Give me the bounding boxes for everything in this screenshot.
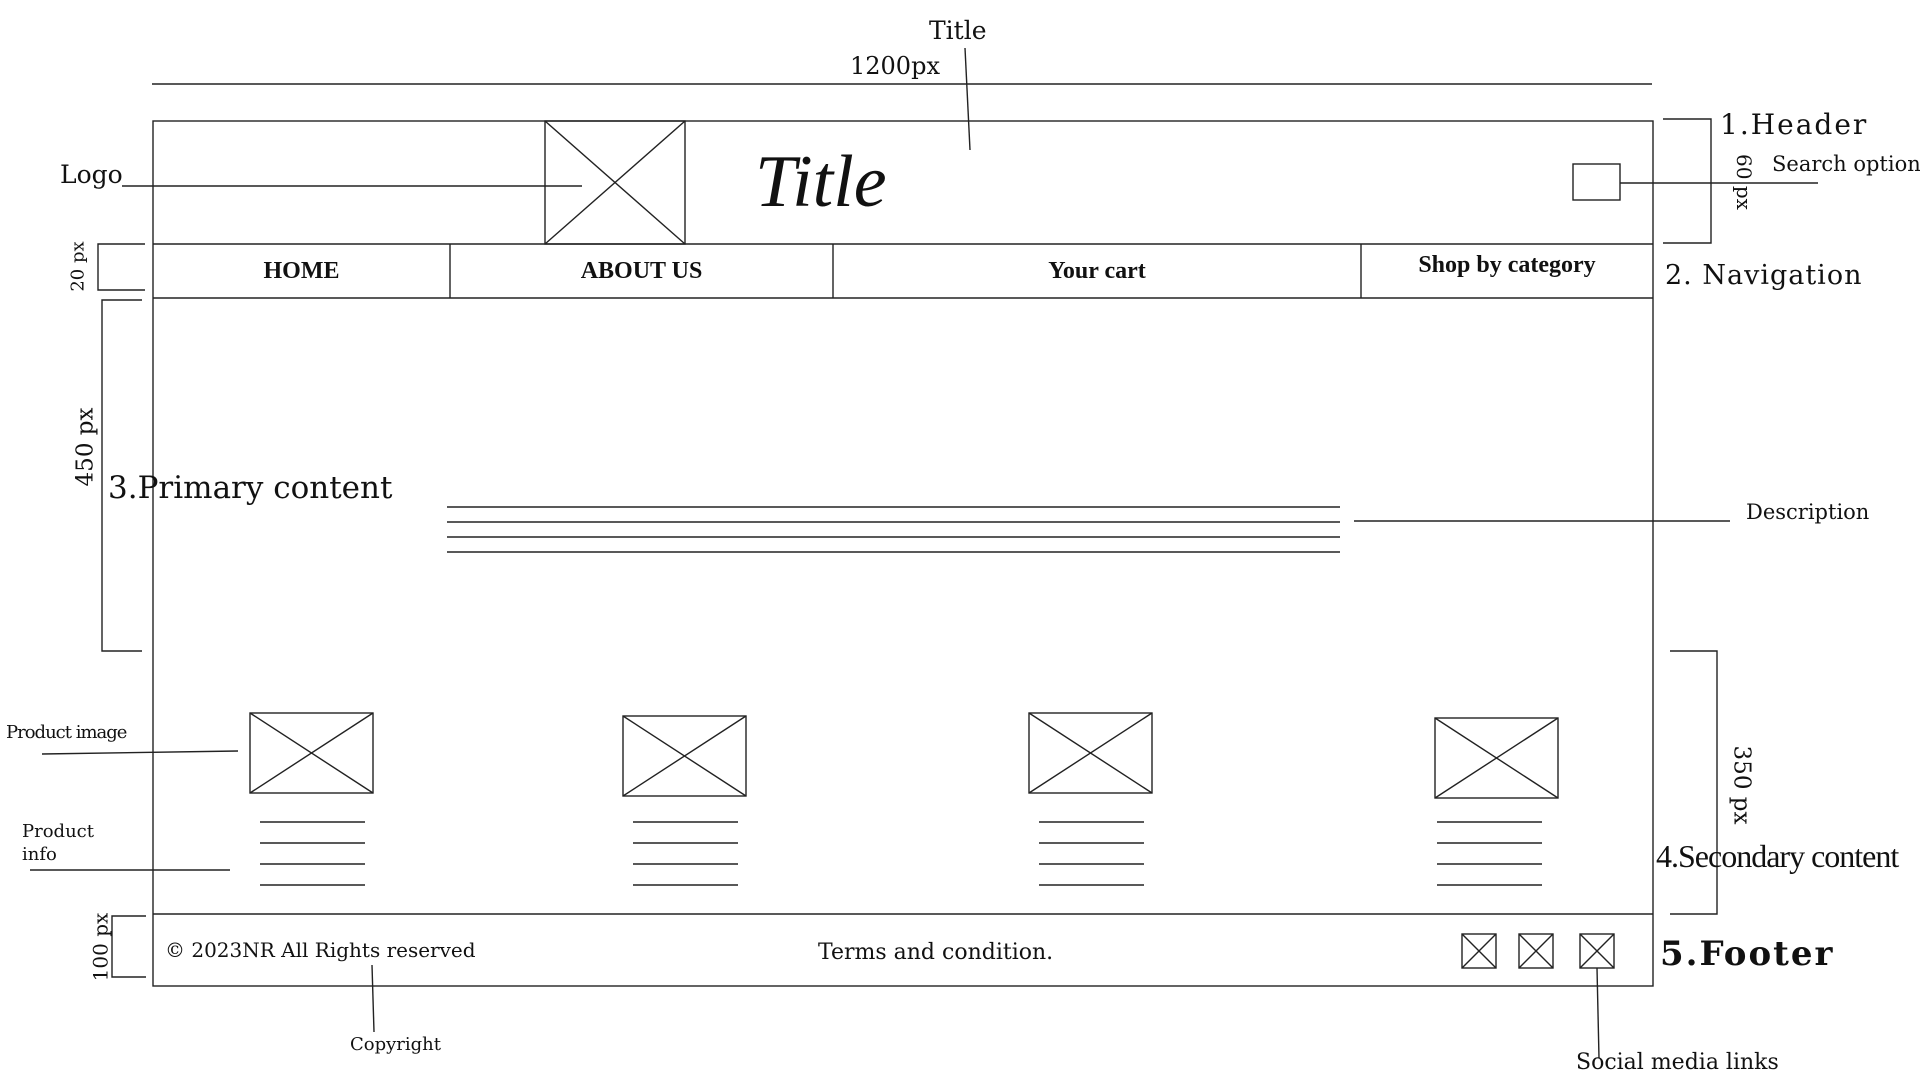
- product-info-lines: [260, 821, 365, 886]
- product-image-leader-line: [41, 750, 239, 755]
- navigation-height-label: 20 px: [67, 241, 89, 292]
- primary-section-label: 3.Primary content: [108, 470, 393, 506]
- product-image-icon: [249, 712, 374, 794]
- social-icon: [1461, 933, 1497, 969]
- terms-link[interactable]: Terms and condition.: [818, 940, 1053, 965]
- secondary-height-label: 350 px: [1728, 745, 1755, 825]
- copyright-text: © 2023NR All Rights reserved: [165, 938, 476, 962]
- footer-bracket: [111, 915, 146, 978]
- title-annotation: Title: [929, 16, 987, 45]
- product-image-icon: [622, 715, 747, 797]
- header-section-label: 1.Header: [1720, 108, 1869, 141]
- nav-item-about-us[interactable]: ABOUT US: [450, 244, 833, 298]
- product-image-annotation: Product image: [6, 722, 127, 743]
- product-info-lines: [633, 821, 738, 886]
- product-image-icon: [1434, 717, 1559, 799]
- wireframe-diagram: Title 1200px Title Logo Search option 1.…: [0, 0, 1920, 1080]
- description-annotation: Description: [1746, 500, 1870, 524]
- footer-section-label: 5.Footer: [1660, 934, 1835, 974]
- product-info-annotation: Product info: [22, 821, 94, 865]
- copyright-annotation: Copyright: [350, 1034, 442, 1055]
- search-box-icon: [1572, 163, 1621, 201]
- nav-item-home[interactable]: HOME: [153, 244, 450, 298]
- social-icon: [1579, 933, 1615, 969]
- wireframe-lines: [30, 47, 1818, 1059]
- header-bracket: [1663, 118, 1712, 244]
- product-info-lines: [1437, 821, 1542, 886]
- logo-annotation: Logo: [60, 160, 123, 189]
- search-option-annotation: Search option: [1772, 152, 1920, 176]
- product-image-icon: [1028, 712, 1153, 794]
- footer-height-label: 100 px: [88, 912, 113, 982]
- nav-bracket: [97, 243, 145, 291]
- width-annotation: 1200px: [850, 52, 940, 80]
- nav-item-your-cart[interactable]: Your cart: [833, 244, 1361, 298]
- header-height-label: 60 px: [1731, 154, 1756, 210]
- copyright-leader-line: [371, 964, 375, 1033]
- product-info-lines: [1039, 821, 1144, 886]
- title-leader-line: [964, 47, 971, 151]
- social-media-links-annotation: Social media links: [1576, 1050, 1779, 1075]
- navigation-section-label: 2. Navigation: [1665, 260, 1863, 291]
- social-icon: [1518, 933, 1554, 969]
- primary-height-label: 450 px: [72, 407, 99, 487]
- secondary-section-label: 4.Secondary content: [1656, 838, 1899, 874]
- page-title: Title: [755, 141, 887, 223]
- social-leader-line: [1596, 967, 1600, 1059]
- nav-item-shop-by-category[interactable]: Shop by category: [1361, 244, 1653, 298]
